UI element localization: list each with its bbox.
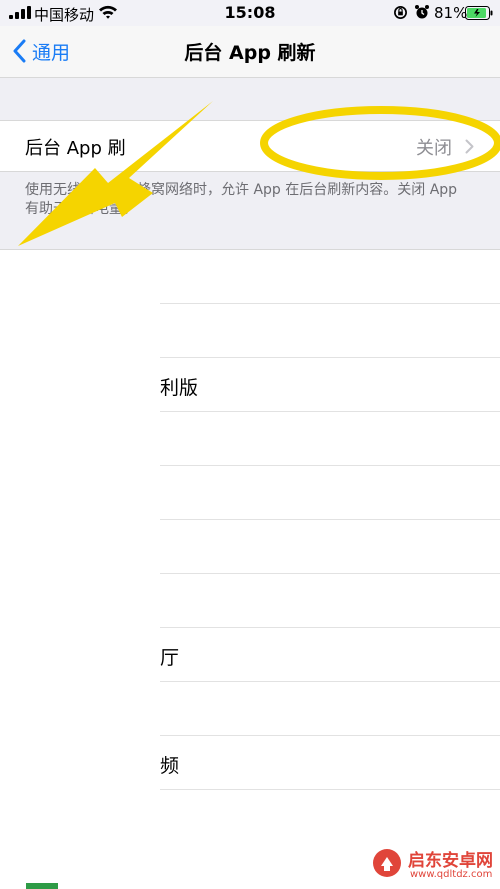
list-item[interactable]: 利版	[160, 358, 500, 412]
alarm-icon	[415, 5, 429, 19]
status-bar: 中国移动 15:08 81%	[0, 0, 500, 26]
background-app-refresh-label: 后台 App 刷	[25, 138, 126, 159]
page-title: 后台 App 刷新	[184, 42, 316, 64]
background-app-refresh-row[interactable]: 后台 App 刷 关闭	[0, 120, 500, 172]
list-item[interactable]	[160, 304, 500, 358]
background-app-refresh-value: 关闭	[416, 138, 452, 159]
battery-icon	[465, 6, 493, 20]
list-item[interactable]: 厅	[160, 628, 500, 682]
watermark-title: 启东安卓网	[408, 851, 493, 871]
list-item-label: 厅	[160, 647, 180, 669]
footer-description: 使用无线局域网或蜂窝网络时，允许 App 在后台刷新内容。关闭 App 有助于节…	[25, 182, 458, 217]
navigation-bar: 通用 后台 App 刷新	[0, 26, 500, 78]
list-item[interactable]	[160, 520, 500, 574]
list-item[interactable]: 频	[160, 736, 500, 790]
section-header-spacer	[0, 78, 500, 120]
rotation-lock-icon	[394, 6, 407, 19]
watermark-logo-icon	[373, 849, 401, 877]
watermark-url: www.qdltdz.com	[410, 869, 493, 880]
section-footer: 使用无线局域网或蜂窝网络时，允许 App 在后台刷新内容。关闭 App 有助于节…	[0, 172, 500, 250]
watermark: 启东安卓网 www.qdltdz.com	[368, 846, 498, 886]
list-item-label: 频	[160, 755, 180, 777]
list-item[interactable]	[160, 250, 500, 304]
list-item-label: 利版	[160, 377, 199, 399]
list-item[interactable]	[160, 412, 500, 466]
bottom-green-bar	[26, 883, 58, 889]
list-item[interactable]	[160, 466, 500, 520]
list-item[interactable]	[160, 682, 500, 736]
list-item[interactable]	[160, 574, 500, 628]
chevron-right-icon	[465, 139, 474, 154]
battery-percent: 81%	[434, 4, 468, 22]
